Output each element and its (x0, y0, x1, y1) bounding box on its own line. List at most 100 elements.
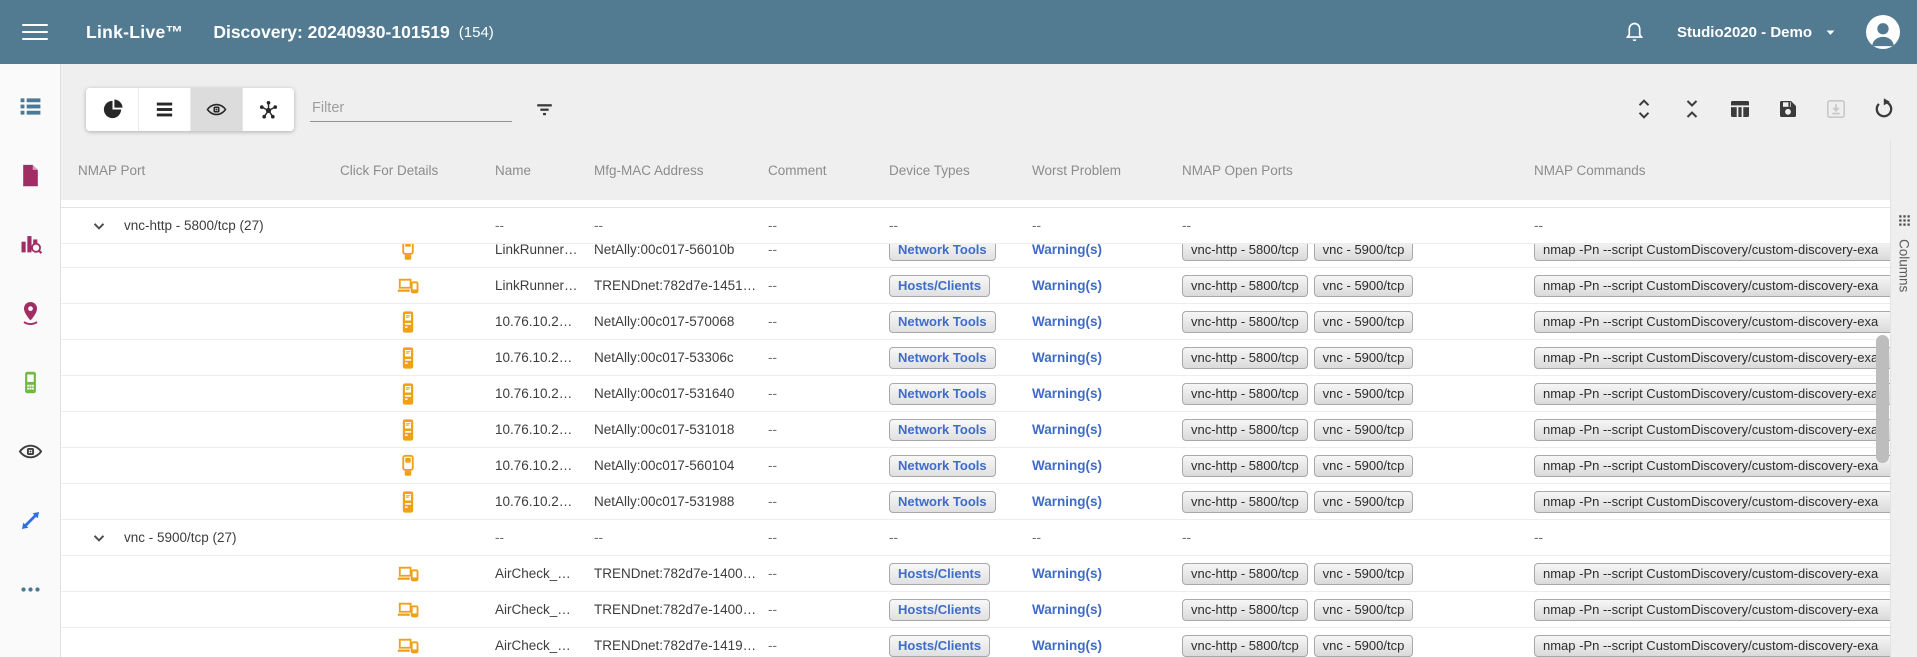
open-port-chip[interactable]: vnc-http - 5800/tcp (1182, 244, 1308, 261)
open-port-chip[interactable]: vnc-http - 5800/tcp (1182, 311, 1308, 333)
device-type-chip[interactable]: Hosts/Clients (889, 563, 990, 585)
device-type-chip[interactable]: Network Tools (889, 244, 996, 261)
nmap-command-chip[interactable]: nmap -Pn --script CustomDiscovery/custom… (1534, 635, 1890, 657)
device-type-chip[interactable]: Hosts/Clients (889, 599, 990, 621)
table-row[interactable]: AirCheck_… TRENDnet:782d7e-1419… -- Host… (61, 628, 1890, 657)
worst-problem-link[interactable]: Warning(s) (1032, 422, 1102, 437)
open-port-chip[interactable]: vnc - 5900/tcp (1314, 244, 1414, 261)
list-view-toggle[interactable] (138, 88, 190, 131)
nmap-command-chip[interactable]: nmap -Pn --script CustomDiscovery/custom… (1534, 563, 1890, 585)
nmap-command-chip[interactable]: nmap -Pn --script CustomDiscovery/custom… (1534, 419, 1890, 441)
table-row[interactable]: 10.76.10.2… NetAlly:00c017-531988 -- Net… (61, 484, 1890, 520)
details-icon-cell[interactable] (340, 561, 495, 587)
details-icon-cell[interactable] (340, 417, 495, 443)
column-header[interactable]: NMAP Commands (1534, 163, 1890, 178)
device-type-chip[interactable]: Network Tools (889, 491, 996, 513)
nmap-command-chip[interactable]: nmap -Pn --script CustomDiscovery/custom… (1534, 599, 1890, 621)
topology-view-toggle[interactable] (242, 88, 294, 131)
discovery-details-view-toggle[interactable] (190, 88, 242, 131)
worst-problem-link[interactable]: Warning(s) (1032, 458, 1102, 473)
open-port-chip[interactable]: vnc-http - 5800/tcp (1182, 419, 1308, 441)
columns-panel-label[interactable]: Columns (1897, 239, 1912, 292)
sidebar-item-dashboard[interactable] (0, 72, 60, 141)
nmap-command-chip[interactable]: nmap -Pn --script CustomDiscovery/custom… (1534, 491, 1890, 513)
device-type-chip[interactable]: Network Tools (889, 383, 996, 405)
device-type-chip[interactable]: Network Tools (889, 311, 996, 333)
details-icon-cell[interactable] (340, 345, 495, 371)
open-port-chip[interactable]: vnc - 5900/tcp (1314, 635, 1414, 657)
collapse-all-button[interactable] (1680, 97, 1704, 121)
device-type-chip[interactable]: Network Tools (889, 347, 996, 369)
column-header[interactable]: Device Types (889, 163, 1032, 178)
expand-all-button[interactable] (1632, 97, 1656, 121)
worst-problem-link[interactable]: Warning(s) (1032, 638, 1102, 653)
refresh-button[interactable] (1872, 97, 1896, 121)
details-icon-cell[interactable] (340, 633, 495, 657)
table-row[interactable]: LinkRunner… NetAlly:00c017-56010b -- Net… (61, 244, 1890, 268)
sidebar-item-discovery[interactable] (0, 417, 60, 486)
nmap-command-chip[interactable]: nmap -Pn --script CustomDiscovery/custom… (1534, 311, 1890, 333)
open-port-chip[interactable]: vnc-http - 5800/tcp (1182, 599, 1308, 621)
worst-problem-link[interactable]: Warning(s) (1032, 566, 1102, 581)
column-header[interactable]: Mfg-MAC Address (594, 163, 768, 178)
table-row[interactable]: 10.76.10.2… NetAlly:00c017-531018 -- Net… (61, 412, 1890, 448)
open-port-chip[interactable]: vnc - 5900/tcp (1314, 599, 1414, 621)
group-row[interactable]: vnc-http - 5800/tcp (27) -- -- -- -- -- … (61, 208, 1890, 244)
open-port-chip[interactable]: vnc - 5900/tcp (1314, 563, 1414, 585)
nmap-command-chip[interactable]: nmap -Pn --script CustomDiscovery/custom… (1534, 455, 1890, 477)
sidebar-item-performance[interactable] (0, 486, 60, 555)
bell-icon[interactable] (1622, 20, 1647, 45)
open-port-chip[interactable]: vnc - 5900/tcp (1314, 383, 1414, 405)
open-port-chip[interactable]: vnc-http - 5800/tcp (1182, 383, 1308, 405)
sidebar-item-more[interactable] (0, 555, 60, 624)
column-header[interactable]: Comment (768, 163, 889, 178)
worst-problem-link[interactable]: Warning(s) (1032, 386, 1102, 401)
table-row[interactable]: 10.76.10.2… NetAlly:00c017-570068 -- Net… (61, 304, 1890, 340)
column-header[interactable]: Worst Problem (1032, 163, 1182, 178)
details-icon-cell[interactable] (340, 597, 495, 623)
details-icon-cell[interactable] (340, 381, 495, 407)
device-type-chip[interactable]: Hosts/Clients (889, 275, 990, 297)
details-icon-cell[interactable] (340, 309, 495, 335)
nmap-command-chip[interactable]: nmap -Pn --script CustomDiscovery/custom… (1534, 383, 1890, 405)
save-button[interactable] (1776, 97, 1800, 121)
filter-list-icon[interactable] (532, 97, 557, 122)
table-columns-button[interactable] (1728, 97, 1752, 121)
account-icon[interactable] (1866, 15, 1900, 49)
worst-problem-link[interactable]: Warning(s) (1032, 602, 1102, 617)
sidebar-item-reports[interactable] (0, 210, 60, 279)
device-type-chip[interactable]: Network Tools (889, 419, 996, 441)
column-header[interactable]: NMAP Port (61, 163, 340, 178)
open-port-chip[interactable]: vnc-http - 5800/tcp (1182, 275, 1308, 297)
open-port-chip[interactable]: vnc - 5900/tcp (1314, 419, 1414, 441)
open-port-chip[interactable]: vnc - 5900/tcp (1314, 311, 1414, 333)
table-row[interactable]: 10.76.10.2… NetAlly:00c017-53306c -- Net… (61, 340, 1890, 376)
details-icon-cell[interactable] (340, 244, 495, 263)
nmap-command-chip[interactable]: nmap -Pn --script CustomDiscovery/custom… (1534, 347, 1890, 369)
open-port-chip[interactable]: vnc-http - 5800/tcp (1182, 455, 1308, 477)
worst-problem-link[interactable]: Warning(s) (1032, 494, 1102, 509)
column-header[interactable]: Click For Details (340, 163, 495, 178)
worst-problem-link[interactable]: Warning(s) (1032, 244, 1102, 257)
column-header[interactable]: NMAP Open Ports (1182, 163, 1534, 178)
table-row[interactable]: 10.76.10.2… NetAlly:00c017-560104 -- Net… (61, 448, 1890, 484)
open-port-chip[interactable]: vnc-http - 5800/tcp (1182, 491, 1308, 513)
open-port-chip[interactable]: vnc - 5900/tcp (1314, 347, 1414, 369)
open-port-chip[interactable]: vnc - 5900/tcp (1314, 455, 1414, 477)
columns-grid-icon[interactable] (1896, 212, 1913, 229)
details-icon-cell[interactable] (340, 489, 495, 515)
vertical-scrollbar-thumb[interactable] (1876, 335, 1889, 463)
details-icon-cell[interactable] (340, 273, 495, 299)
worst-problem-link[interactable]: Warning(s) (1032, 278, 1102, 293)
chevron-down-icon[interactable] (87, 526, 111, 550)
column-header[interactable]: Name (495, 163, 594, 178)
table-row[interactable]: 10.76.10.2… NetAlly:00c017-531640 -- Net… (61, 376, 1890, 412)
menu-icon[interactable] (22, 24, 48, 41)
details-icon-cell[interactable] (340, 453, 495, 479)
chevron-down-icon[interactable] (87, 214, 111, 238)
table-row[interactable]: LinkRunner… TRENDnet:782d7e-1451… -- Hos… (61, 268, 1890, 304)
table-row[interactable]: AirCheck_… TRENDnet:782d7e-1400… -- Host… (61, 592, 1890, 628)
open-port-chip[interactable]: vnc-http - 5800/tcp (1182, 635, 1308, 657)
filter-input[interactable] (310, 96, 512, 121)
device-type-chip[interactable]: Hosts/Clients (889, 635, 990, 657)
